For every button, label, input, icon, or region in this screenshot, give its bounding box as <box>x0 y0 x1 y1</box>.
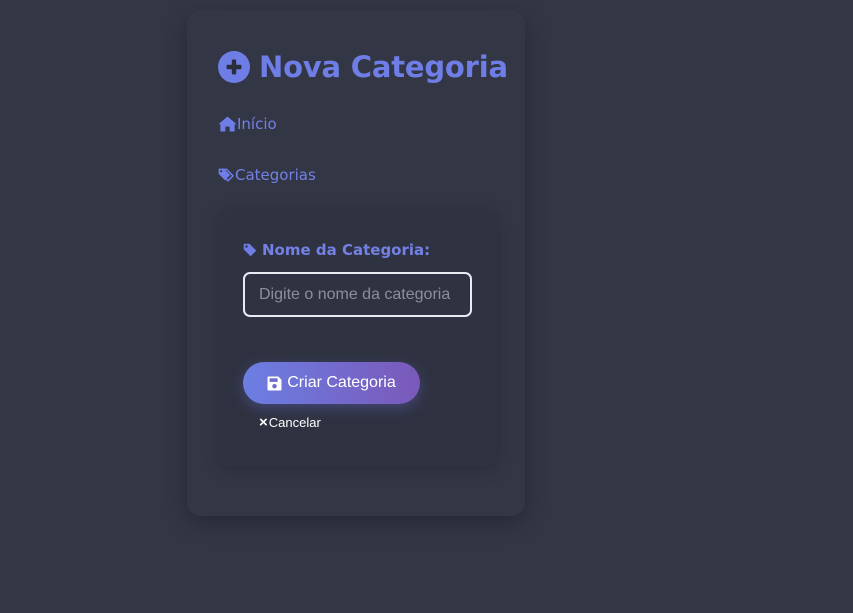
cancel-link[interactable]: × Cancelar <box>259 415 321 430</box>
home-icon <box>218 116 237 132</box>
category-name-input[interactable] <box>243 272 472 317</box>
cancel-label: Cancelar <box>268 415 321 430</box>
nav-link-categories[interactable]: Categorias <box>218 166 316 184</box>
plus-circle-icon <box>218 51 250 83</box>
new-category-card: Nova Categoria Início Categorias Nome da… <box>187 10 525 516</box>
category-name-label-text: Nome da Categoria: <box>262 241 431 259</box>
category-name-label: Nome da Categoria: <box>243 241 430 259</box>
page-title: Nova Categoria <box>259 50 508 84</box>
category-form: Nome da Categoria: Criar Categoria × Can… <box>219 209 498 466</box>
tag-icon <box>243 243 257 257</box>
nav-link-home[interactable]: Início <box>218 115 277 133</box>
create-category-button[interactable]: Criar Categoria <box>243 362 420 404</box>
save-icon <box>267 376 282 390</box>
tags-icon <box>218 168 234 182</box>
page-header: Nova Categoria <box>218 49 508 85</box>
nav-home-label: Início <box>237 115 277 133</box>
close-icon: × <box>259 414 268 431</box>
nav-categories-label: Categorias <box>235 166 316 184</box>
create-category-button-label: Criar Categoria <box>287 374 396 391</box>
